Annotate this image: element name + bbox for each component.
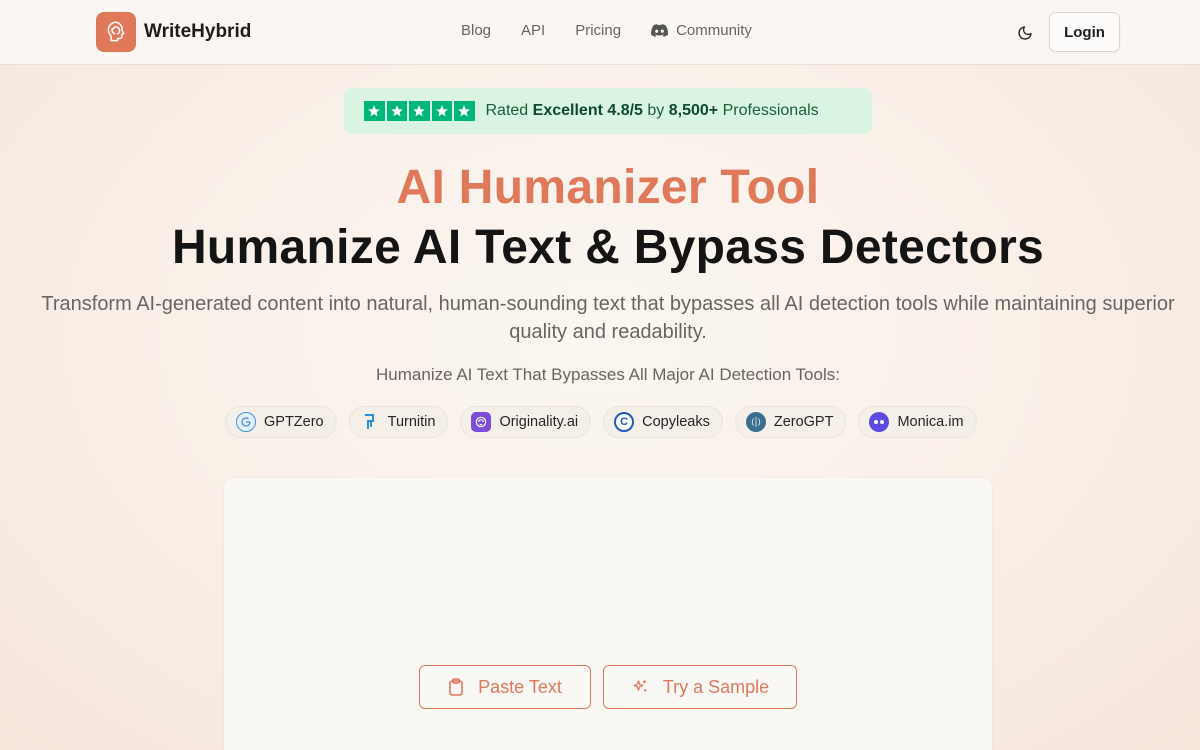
brand[interactable]: WriteHybrid	[96, 12, 251, 52]
star-icon	[364, 100, 385, 122]
originality-icon	[471, 412, 492, 432]
tool-name: ZeroGPT	[773, 414, 834, 430]
try-sample-label: Try a Sample	[662, 676, 770, 697]
theme-toggle-button[interactable]	[1012, 20, 1038, 46]
rating-badge[interactable]: Rated Excellent 4.8/5 by 8,500+ Professi…	[344, 88, 872, 134]
rating-text: Rated Excellent 4.8/5 by 8,500+ Professi…	[486, 102, 819, 120]
tool-chip-turnitin: Turnitin	[348, 406, 449, 438]
login-button[interactable]: Login	[1049, 12, 1120, 52]
clipboard-icon	[449, 678, 463, 696]
rating-suffix: Professionals	[722, 102, 819, 119]
star-icon	[409, 100, 430, 122]
top-navbar: WriteHybrid Blog API Pricing Community L…	[0, 0, 1200, 65]
hero-main-title: Humanize AI Text & Bypass Detectors	[171, 221, 1045, 274]
detector-tools-list: GPTZero Turnitin Originality.ai C Copyle…	[225, 406, 977, 438]
rating-prefix: Rated	[485, 102, 529, 119]
tools-heading: Humanize AI Text That Bypasses All Major…	[376, 365, 840, 384]
sparkles-icon	[633, 680, 647, 692]
star-icon	[454, 100, 475, 122]
zerogpt-icon	[745, 412, 766, 432]
tool-chip-monica: Monica.im	[858, 406, 977, 438]
nav-community[interactable]: Community	[651, 22, 752, 39]
nav-blog[interactable]: Blog	[461, 22, 491, 39]
copyleaks-icon: C	[614, 412, 635, 432]
moon-icon	[1018, 26, 1032, 40]
trustpilot-stars	[364, 100, 475, 122]
gptzero-icon	[236, 412, 256, 432]
tool-chip-gptzero: GPTZero	[225, 406, 337, 438]
rating-by: by	[647, 102, 665, 119]
tool-name: Originality.ai	[499, 414, 579, 430]
nav-pricing[interactable]: Pricing	[575, 22, 621, 39]
monica-icon	[869, 412, 890, 432]
paste-text-label: Paste Text	[478, 676, 562, 697]
try-sample-button[interactable]: Try a Sample	[603, 665, 797, 709]
paste-text-button[interactable]: Paste Text	[419, 665, 591, 709]
tool-chip-copyleaks: C Copyleaks	[603, 406, 723, 438]
hero-accent-title: AI Humanizer Tool	[396, 161, 820, 214]
tool-chip-originality: Originality.ai	[460, 406, 592, 438]
hero-subtitle: Transform AI-generated content into natu…	[41, 293, 1175, 343]
nav-api[interactable]: API	[521, 22, 545, 39]
tool-name: Copyleaks	[642, 414, 710, 430]
rating-count: 8,500+	[668, 102, 719, 119]
star-icon	[431, 100, 452, 122]
tool-chip-zerogpt: ZeroGPT	[734, 406, 847, 438]
tool-name: Turnitin	[387, 414, 436, 430]
turnitin-icon	[360, 412, 380, 432]
brand-name: WriteHybrid	[144, 21, 252, 42]
star-icon	[386, 100, 407, 122]
brain-head-logo-icon	[96, 12, 136, 52]
tool-name: GPTZero	[264, 414, 324, 430]
main-nav: Blog API Pricing Community	[461, 22, 752, 39]
nav-community-label: Community	[676, 22, 752, 39]
tool-name: Monica.im	[897, 414, 964, 430]
rating-score: Excellent 4.8/5	[532, 102, 643, 119]
text-editor-area[interactable]	[224, 478, 992, 750]
discord-icon	[651, 24, 669, 37]
